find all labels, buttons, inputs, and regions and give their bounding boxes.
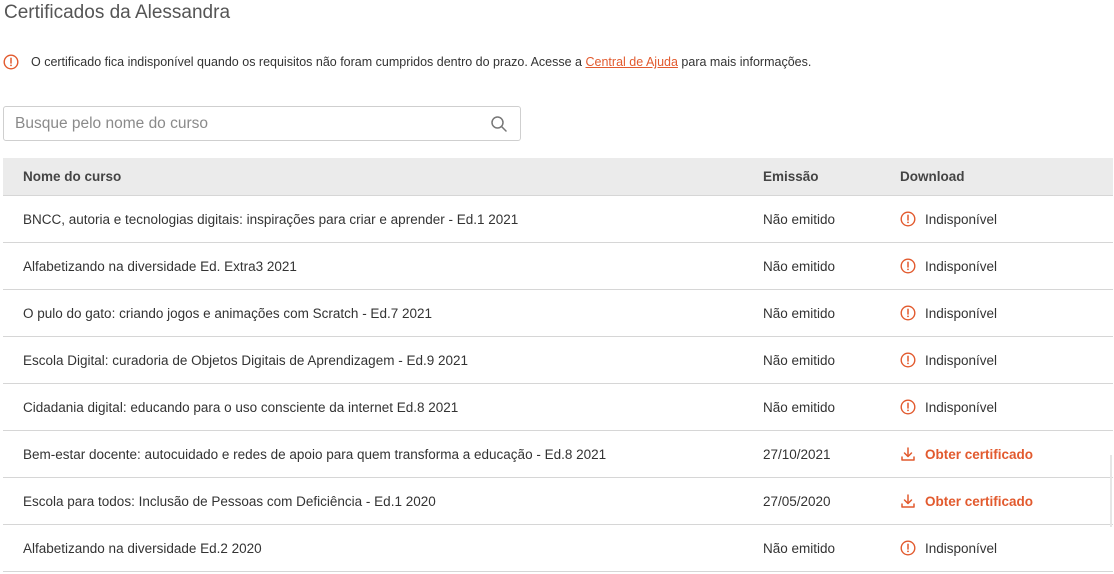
- unavailable-status: Indisponível: [900, 352, 1113, 368]
- help-center-link[interactable]: Central de Ajuda: [586, 55, 678, 69]
- table-row: Alfabetizando na diversidade Ed.2 2020 Nã…: [3, 525, 1113, 572]
- alert-circle-icon: [3, 54, 19, 70]
- table-row: Escola para todos: Inclusão de Pessoas c…: [3, 478, 1113, 525]
- alert-circle-icon: [900, 211, 916, 227]
- status-label: Indisponível: [925, 399, 998, 415]
- emission-date: Não emitido: [763, 305, 836, 321]
- search-input[interactable]: [4, 106, 490, 141]
- course-name: Bem-estar docente: autocuidado e redes d…: [23, 446, 607, 462]
- download-label[interactable]: Obter certificado: [925, 447, 1033, 462]
- unavailable-status: Indisponível: [900, 540, 1113, 556]
- download-icon[interactable]: [900, 493, 916, 509]
- course-name: Cidadania digital: educando para o uso c…: [23, 399, 459, 415]
- emission-date: Não emitido: [763, 540, 836, 556]
- emission-date: Não emitido: [763, 352, 836, 368]
- unavailable-status: Indisponível: [900, 305, 1113, 321]
- emission-date: Não emitido: [763, 211, 836, 227]
- table-row: O pulo do gato: criando jogos e animaçõe…: [3, 290, 1113, 337]
- header-emission: Emissão: [763, 169, 819, 184]
- status-label: Indisponível: [925, 352, 998, 368]
- course-name: BNCC, autoria e tecnologias digitais: in…: [23, 211, 519, 227]
- unavailable-status: Indisponível: [900, 211, 1113, 227]
- course-name: Escola para todos: Inclusão de Pessoas c…: [23, 493, 436, 509]
- table-row: Cidadania digital: educando para o uso c…: [3, 384, 1113, 431]
- search-box: [3, 106, 521, 141]
- course-name: Alfabetizando na diversidade Ed.2 2020: [23, 540, 262, 556]
- table-row: BNCC, autoria e tecnologias digitais: in…: [3, 196, 1113, 243]
- header-download: Download: [900, 169, 965, 184]
- alert-circle-icon: [900, 540, 916, 556]
- alert-circle-icon: [900, 399, 916, 415]
- notice-text: O certificado fica indisponível quando o…: [31, 55, 583, 69]
- table-row: Bem-estar docente: autocuidado e redes d…: [3, 431, 1113, 478]
- download-icon[interactable]: [900, 446, 916, 462]
- emission-date: Não emitido: [763, 399, 836, 415]
- download-certificate-button[interactable]: Obter certificado: [900, 446, 1113, 462]
- unavailable-status: Indisponível: [900, 399, 1113, 415]
- notice-text-end: para mais informações.: [681, 55, 812, 69]
- emission-date: 27/10/2021: [763, 446, 831, 462]
- table-header: Nome do curso Emissão Download: [3, 158, 1113, 196]
- status-label: Indisponível: [925, 305, 998, 321]
- alert-circle-icon: [900, 352, 916, 368]
- emission-date: Não emitido: [763, 258, 836, 274]
- status-label: Indisponível: [925, 540, 998, 556]
- status-label: Indisponível: [925, 211, 998, 227]
- download-certificate-button[interactable]: Obter certificado: [900, 493, 1113, 509]
- search-icon[interactable]: [490, 115, 508, 133]
- status-label: Indisponível: [925, 258, 998, 274]
- emission-date: 27/05/2020: [763, 493, 831, 509]
- course-name: Alfabetizando na diversidade Ed. Extra3 …: [23, 258, 297, 274]
- course-name: Escola Digital: curadoria de Objetos Dig…: [23, 352, 468, 368]
- certificates-table: Nome do curso Emissão Download BNCC, aut…: [3, 158, 1113, 572]
- unavailable-status: Indisponível: [900, 258, 1113, 274]
- scrollbar[interactable]: [1110, 455, 1112, 527]
- table-row: Escola Digital: curadoria de Objetos Dig…: [3, 337, 1113, 384]
- header-course-name: Nome do curso: [23, 169, 122, 184]
- page-title: Certificados da Alessandra: [4, 2, 231, 23]
- notice-banner: O certificado fica indisponível quando o…: [3, 54, 811, 70]
- alert-circle-icon: [900, 305, 916, 321]
- alert-circle-icon: [900, 258, 916, 274]
- course-name: O pulo do gato: criando jogos e animaçõe…: [23, 305, 432, 321]
- download-label[interactable]: Obter certificado: [925, 494, 1033, 509]
- table-row: Alfabetizando na diversidade Ed. Extra3 …: [3, 243, 1113, 290]
